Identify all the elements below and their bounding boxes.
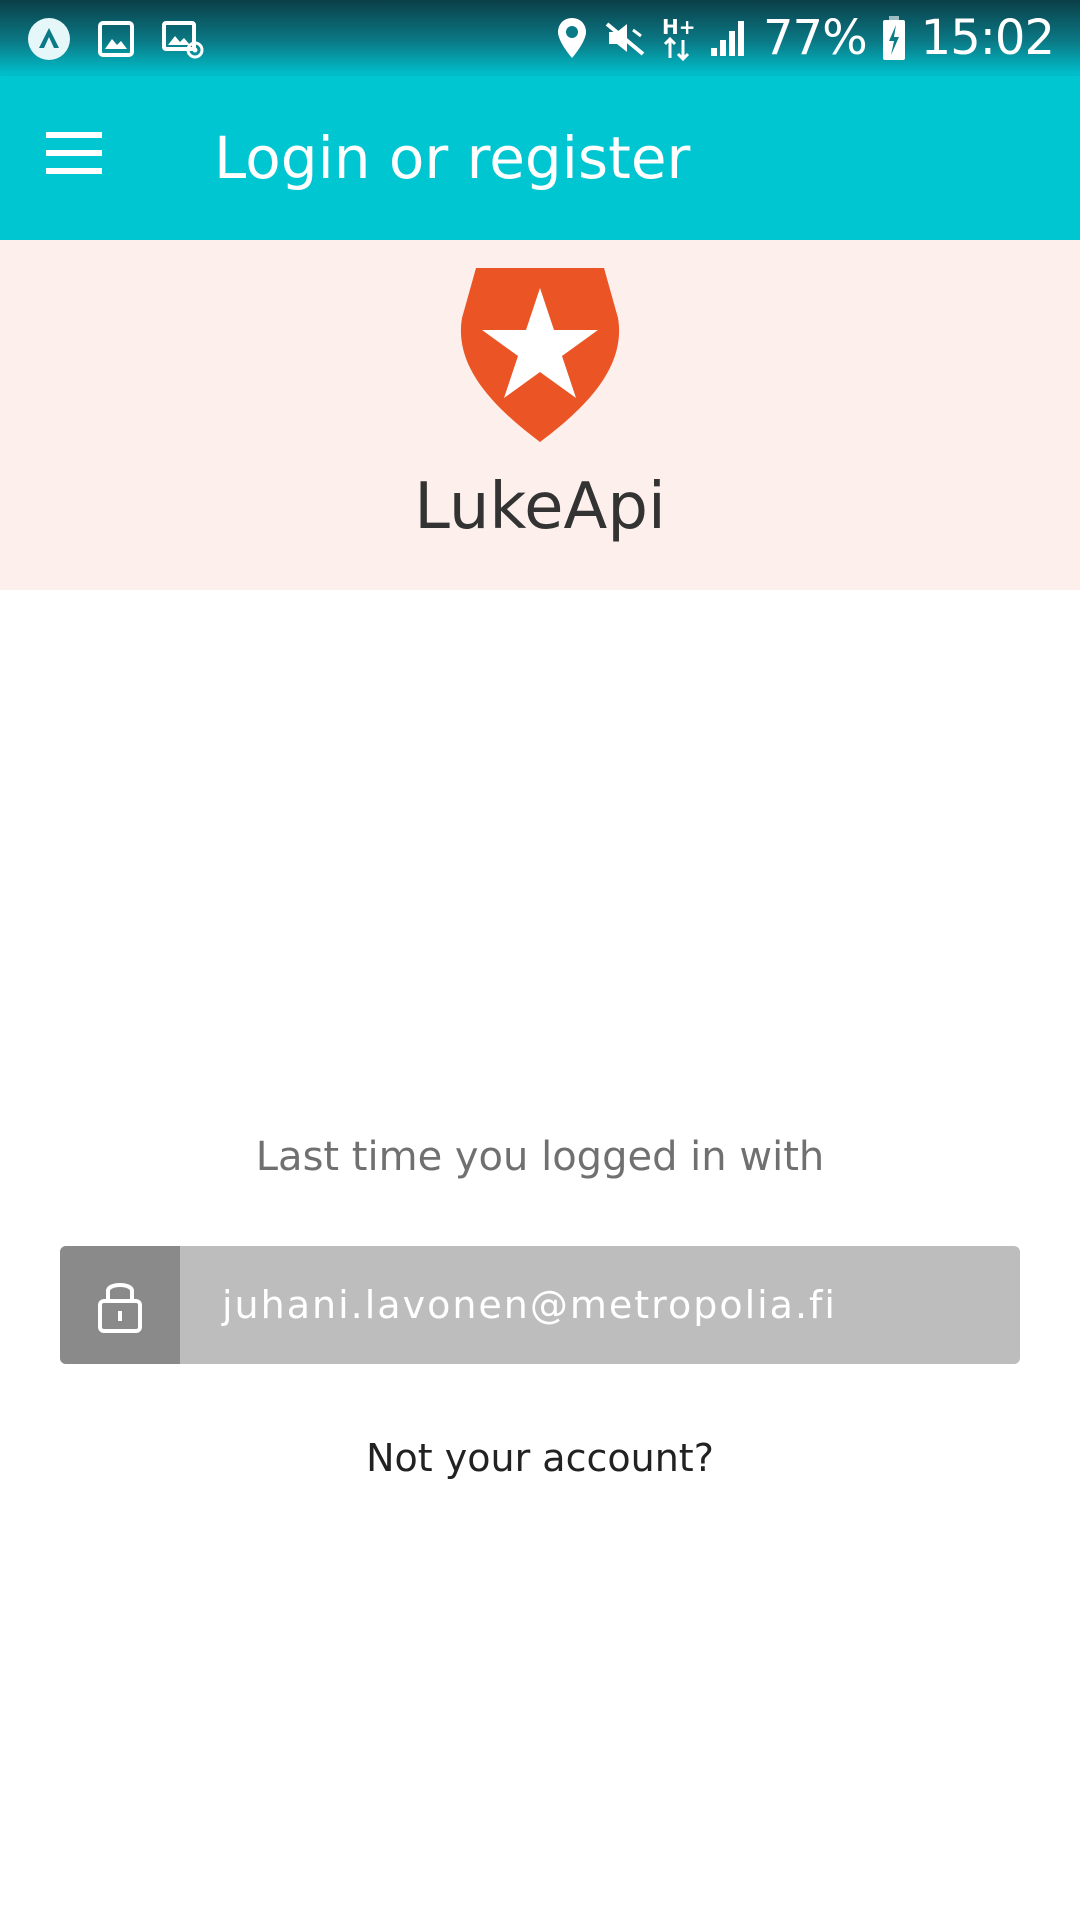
brand-name: LukeApi bbox=[414, 470, 666, 544]
svg-text:H+: H+ bbox=[662, 15, 695, 39]
not-your-account-link[interactable]: Not your account? bbox=[0, 1436, 1080, 1480]
image-notification-icon bbox=[96, 19, 136, 59]
page-title: Login or register bbox=[214, 124, 691, 192]
status-bar: H+ 77% 15:02 bbox=[0, 0, 1080, 76]
email-notification-icon bbox=[160, 19, 204, 59]
app-bar: Login or register bbox=[0, 76, 1080, 240]
account-email: juhani.lavonen@metropolia.fi bbox=[222, 1283, 837, 1327]
app-notification-icon bbox=[26, 16, 72, 62]
clock-time: 15:02 bbox=[920, 10, 1055, 66]
status-bar-system: H+ 77% 15:02 bbox=[555, 8, 1055, 68]
brand-header: LukeApi bbox=[0, 240, 1080, 590]
network-h-plus-icon: H+ bbox=[661, 14, 695, 62]
mute-icon bbox=[603, 18, 647, 58]
location-icon bbox=[555, 16, 589, 60]
signal-icon bbox=[709, 18, 749, 58]
lock-icon bbox=[60, 1246, 180, 1364]
last-login-caption: Last time you logged in with bbox=[255, 1134, 825, 1180]
battery-percentage: 77% bbox=[762, 10, 868, 66]
shield-star-logo-icon bbox=[458, 266, 622, 444]
status-bar-notifications bbox=[26, 14, 204, 64]
last-account-button[interactable]: juhani.lavonen@metropolia.fi bbox=[60, 1246, 1020, 1364]
battery-charging-icon bbox=[881, 15, 907, 61]
hamburger-menu-icon[interactable] bbox=[46, 132, 110, 182]
